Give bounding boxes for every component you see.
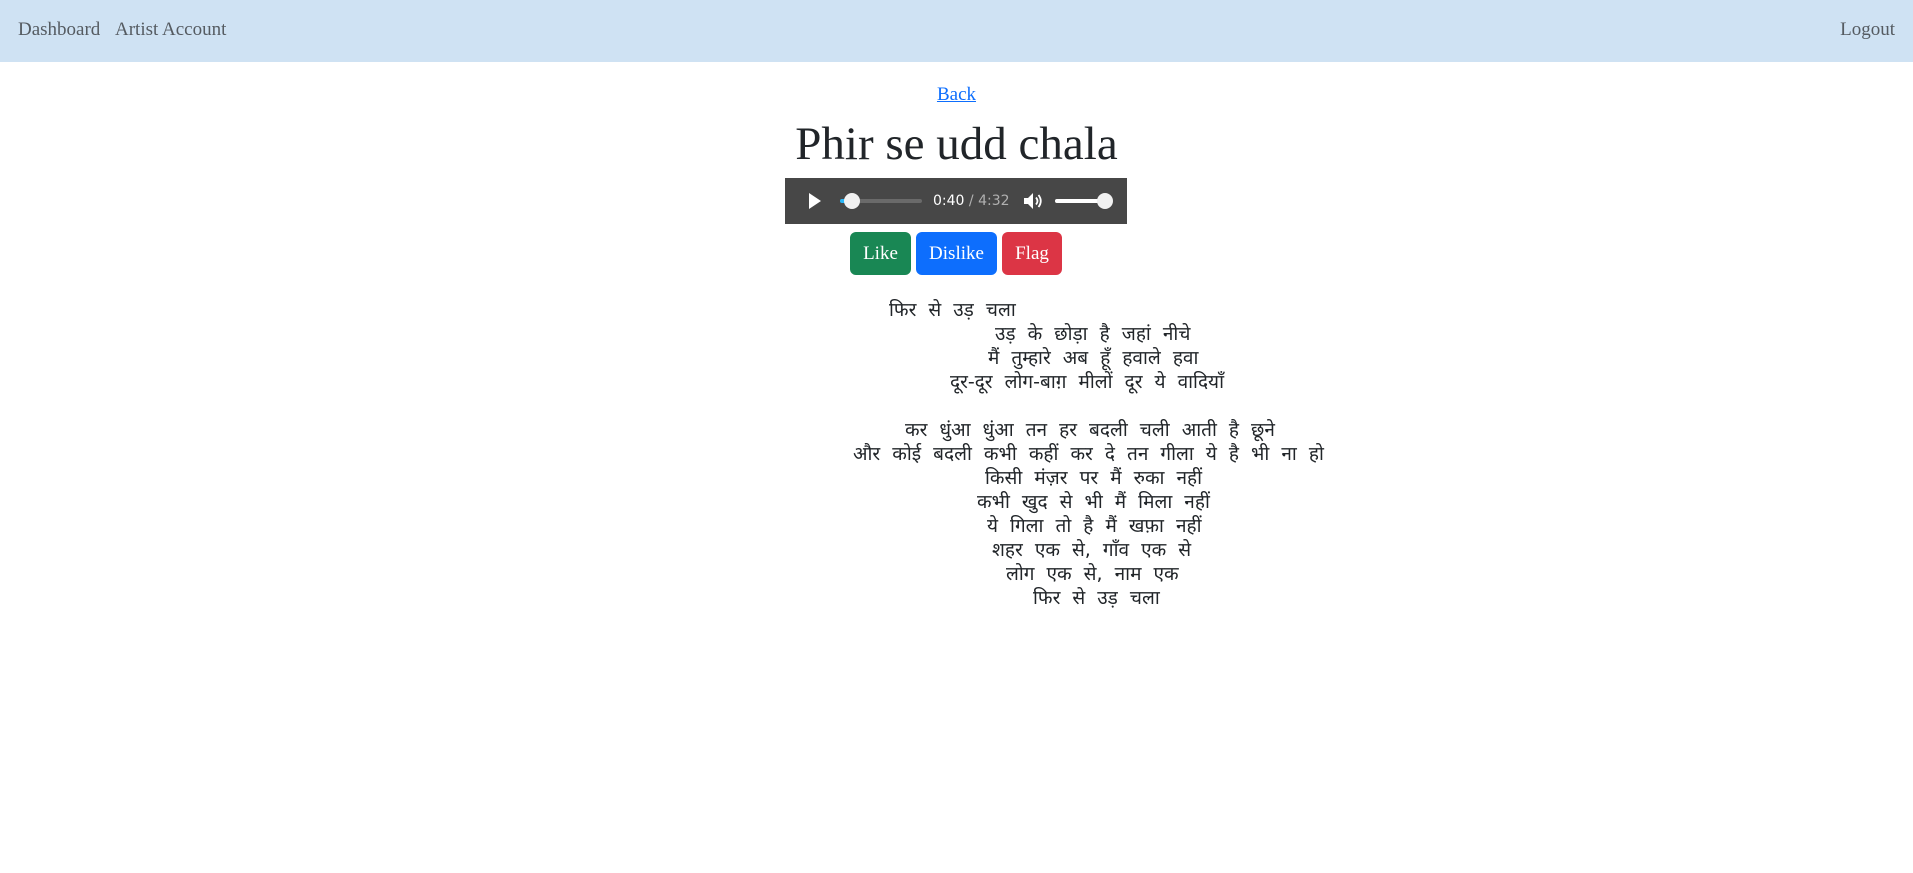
- speaker-icon: [1024, 193, 1042, 209]
- play-button[interactable]: [803, 190, 825, 212]
- audio-player: 0:40 / 4:32: [785, 178, 1127, 224]
- lyric-line: फिर से उड़ चला: [1033, 587, 1160, 609]
- seek-thumb[interactable]: [844, 193, 861, 209]
- lyric-line: कभी खुद से भी मैं मिला नहीं: [977, 491, 1210, 513]
- time-display: 0:40 / 4:32: [933, 193, 1010, 209]
- volume-button[interactable]: [1021, 190, 1045, 212]
- lyric-line: किसी मंज़र पर मैं रुका नहीं: [985, 467, 1203, 489]
- like-button[interactable]: Like: [850, 232, 911, 275]
- nav-logout-link[interactable]: Logout: [1840, 19, 1895, 41]
- seek-slider[interactable]: [840, 193, 922, 209]
- flag-button[interactable]: Flag: [1002, 232, 1062, 275]
- lyric-line: दूर-दूर लोग-बाग़ मीलों दूर ये वादियाँ: [950, 371, 1224, 393]
- top-navbar: Dashboard Artist Account Logout: [0, 0, 1913, 62]
- lyric-line: मैं तुम्हारे अब हूँ हवाले हवा: [988, 347, 1199, 369]
- nav-artist-account-link[interactable]: Artist Account: [115, 19, 226, 41]
- lyric-line: उड़ के छोड़ा है जहां नीचे: [995, 323, 1191, 345]
- back-link[interactable]: Back: [937, 84, 976, 105]
- play-icon: [809, 193, 821, 209]
- lyric-line: कर धुंआ धुंआ तन हर बदली चली आती है छूने: [905, 419, 1275, 441]
- lyric-line: शहर एक से, गाँव एक से: [992, 539, 1192, 561]
- dislike-button[interactable]: Dislike: [916, 232, 997, 275]
- volume-slider[interactable]: [1055, 193, 1113, 209]
- current-time: 0:40: [933, 193, 965, 209]
- duration: / 4:32: [968, 193, 1010, 209]
- nav-dashboard-link[interactable]: Dashboard: [18, 19, 100, 41]
- lyric-line: फिर से उड़ चला: [889, 299, 1016, 321]
- song-title: Phir se udd chala: [795, 118, 1118, 170]
- lyric-line: और कोई बदली कभी कहीं कर दे तन गीला ये है…: [853, 443, 1324, 465]
- lyric-line: ये गिला तो है मैं खफ़ा नहीं: [987, 515, 1202, 537]
- volume-thumb[interactable]: [1097, 193, 1113, 209]
- back-link-container: Back: [0, 84, 1913, 106]
- lyric-line: लोग एक से, नाम एक: [1006, 563, 1179, 585]
